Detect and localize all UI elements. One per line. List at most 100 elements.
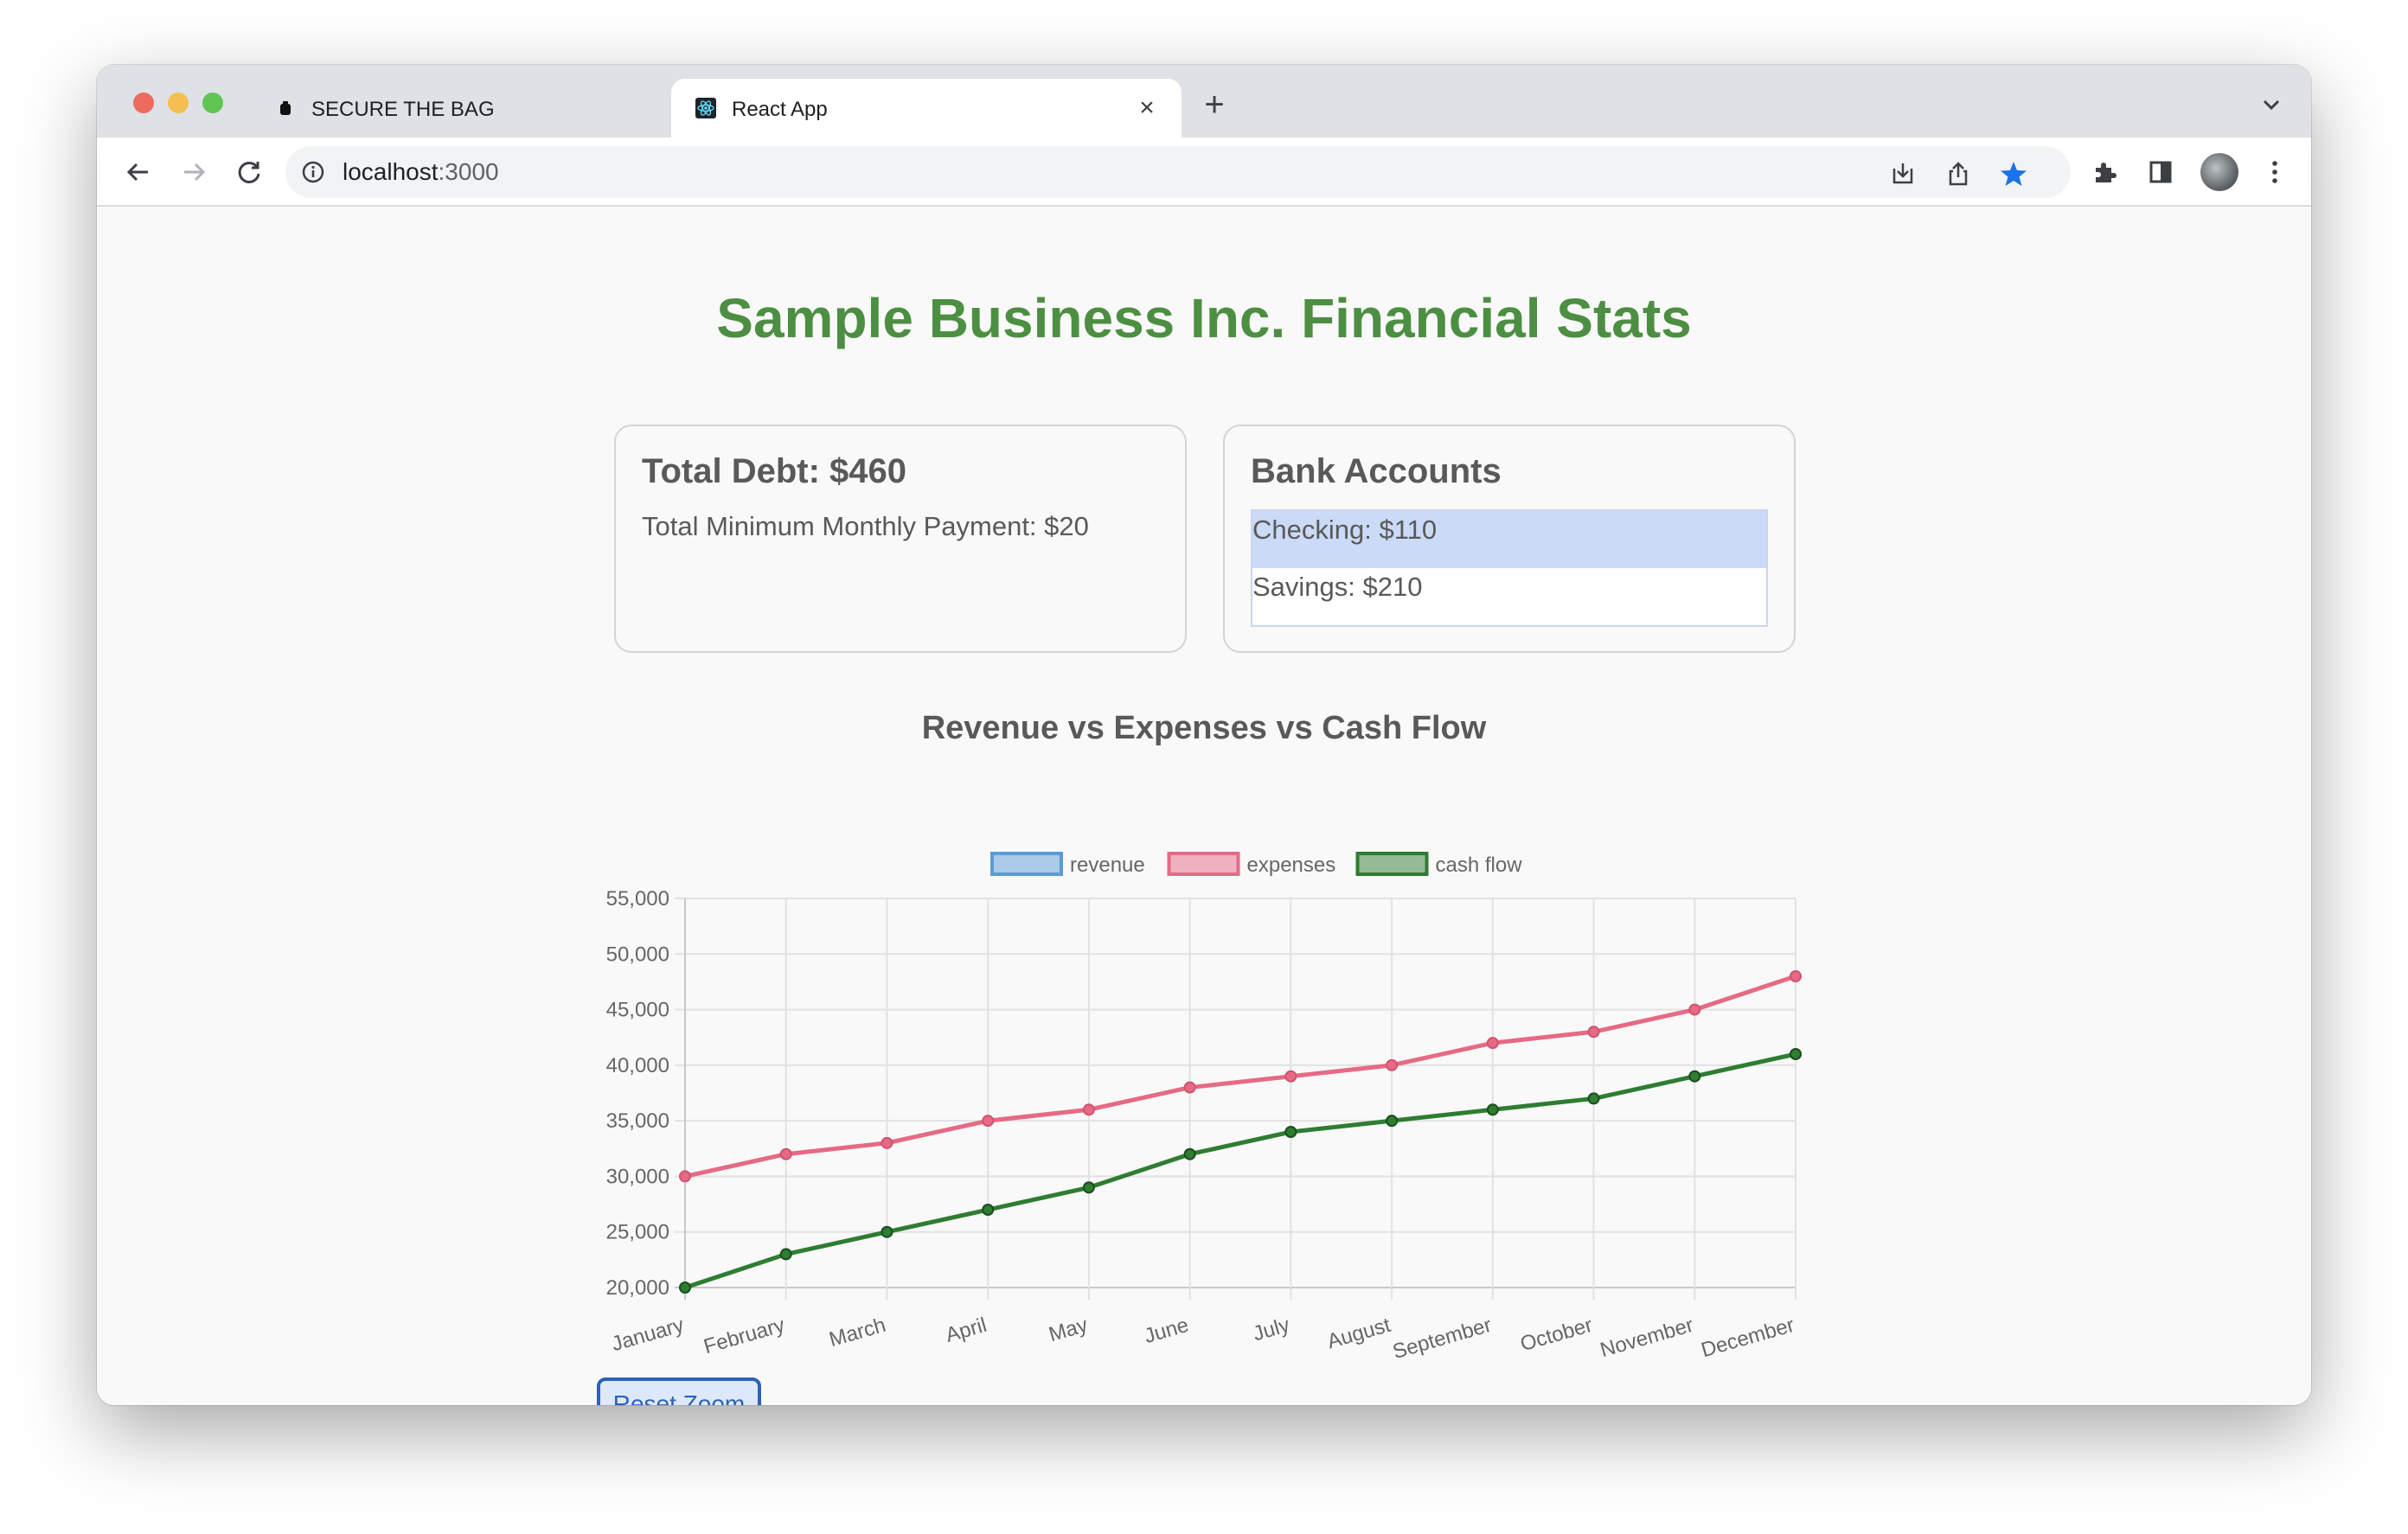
share-icon (1949, 162, 1968, 186)
close-window-button[interactable] (133, 93, 154, 113)
data-point (881, 1136, 893, 1149)
series-line (684, 1051, 1796, 1290)
share-button[interactable] (1943, 158, 1974, 189)
bank-accounts-card: Bank Accounts Checking: $110 Savings: $2… (1223, 425, 1796, 653)
x-tick-label: April (943, 1313, 989, 1347)
reset-zoom-button[interactable]: Reset Zoom (597, 1377, 761, 1405)
reload-button[interactable] (230, 153, 268, 191)
y-tick-label: 50,000 (606, 943, 669, 966)
x-tick-label: June (1142, 1313, 1191, 1348)
data-point (1486, 1037, 1499, 1050)
y-tick-label: 55,000 (606, 887, 669, 911)
series-line (684, 974, 1796, 1179)
legend-swatch (1355, 852, 1429, 876)
bank-accounts-heading: Bank Accounts (1251, 452, 1502, 490)
account-list: Checking: $110 Savings: $210 (1251, 509, 1768, 627)
y-tick-label: 45,000 (606, 999, 669, 1022)
toolbar: localhost:3000 (97, 137, 2311, 207)
x-tick-label: November (1598, 1313, 1696, 1362)
account-label: Checking: $110 (1252, 515, 1438, 545)
browser-menu-button[interactable] (2256, 153, 2294, 191)
data-point (1386, 1115, 1399, 1128)
x-tick-label: October (1518, 1313, 1596, 1356)
data-point (982, 1115, 995, 1128)
account-item-savings[interactable]: Savings: $210 (1252, 572, 1766, 629)
side-panel-icon (2149, 161, 2172, 183)
x-tick-label: January (609, 1313, 687, 1356)
url-text: localhost:3000 (343, 158, 499, 186)
arrow-left-icon (126, 163, 148, 182)
profile-avatar[interactable] (2200, 153, 2238, 191)
legend-label: cash flow (1436, 853, 1523, 877)
legend-label: expenses (1247, 853, 1336, 877)
star-icon (2001, 162, 2027, 186)
back-button[interactable] (119, 153, 157, 191)
chevron-down-icon[interactable] (2258, 91, 2285, 118)
legend-swatch (990, 852, 1063, 876)
data-point (1688, 1070, 1701, 1083)
zoom-window-button[interactable] (202, 93, 223, 113)
info-icon[interactable] (301, 160, 325, 184)
data-point (881, 1225, 893, 1238)
reset-zoom-label: Reset Zoom (613, 1390, 746, 1405)
account-label: Savings: $210 (1252, 572, 1423, 602)
x-tick-label: March (827, 1313, 889, 1352)
reload-icon (238, 161, 260, 183)
data-point (1790, 1048, 1802, 1060)
y-tick-label: 25,000 (606, 1221, 669, 1244)
bag-icon (280, 101, 291, 115)
bookmark-button[interactable] (1998, 158, 2029, 189)
debt-card: Total Debt: $460 Total Minimum Monthly P… (614, 425, 1187, 653)
x-tick-label: December (1699, 1313, 1797, 1362)
react-logo-icon (695, 98, 716, 118)
page-title: Sample Business Inc. Financial Stats (716, 287, 1692, 349)
data-point (779, 1248, 792, 1261)
x-tick-label: February (701, 1313, 788, 1358)
tab-title: React App (732, 98, 828, 121)
side-panel-button[interactable] (2142, 153, 2180, 191)
tab-react-app[interactable]: React App × (671, 79, 1182, 137)
data-point (1284, 1070, 1297, 1083)
y-tick-label: 20,000 (606, 1276, 669, 1300)
x-tick-label: July (1251, 1313, 1292, 1346)
y-tick-label: 40,000 (606, 1054, 669, 1077)
download-icon (1892, 163, 1913, 184)
x-tick-label: August (1324, 1313, 1393, 1354)
tab-title: SECURE THE BAG (311, 98, 495, 121)
data-point (1587, 1092, 1600, 1105)
data-point (679, 1170, 691, 1183)
data-point (1486, 1103, 1499, 1116)
tab-bar: SECURE THE BAG × React App × + (97, 65, 2311, 137)
total-debt-heading: Total Debt: $460 (642, 452, 906, 490)
min-payment-text: Total Minimum Monthly Payment: $20 (642, 511, 1089, 541)
y-tick-label: 35,000 (606, 1109, 669, 1133)
data-point (1183, 1081, 1196, 1094)
close-tab-icon[interactable]: × (1130, 91, 1164, 125)
data-point (1082, 1103, 1095, 1116)
data-point (1386, 1058, 1399, 1071)
kebab-menu-icon (2272, 161, 2277, 183)
forward-button[interactable] (175, 153, 213, 191)
data-point (1688, 1003, 1701, 1016)
x-tick-label: September (1390, 1313, 1494, 1364)
data-point (679, 1282, 691, 1294)
new-tab-button[interactable]: + (1195, 86, 1233, 124)
legend-swatch (1167, 852, 1240, 876)
chart-title: Revenue vs Expenses vs Cash Flow (921, 710, 1487, 746)
data-point (1183, 1147, 1196, 1160)
extensions-button[interactable] (2086, 153, 2124, 191)
minimize-window-button[interactable] (168, 93, 189, 113)
data-point (1284, 1126, 1297, 1138)
url-host: localhost (343, 158, 439, 185)
address-bar[interactable]: localhost:3000 (285, 146, 2071, 198)
puzzle-icon (2096, 163, 2117, 182)
data-point (779, 1147, 792, 1160)
line-chart[interactable]: 20,000 25,000 30,000 35,000 40,000 45,000 50,0… (97, 762, 2311, 1364)
account-item-checking[interactable]: Checking: $110 (1252, 511, 1766, 568)
browser-window: SECURE THE BAG × React App × + (97, 65, 2311, 1405)
page-content: Sample Business Inc. Financial Stats Tot… (97, 208, 2311, 1405)
data-point (1082, 1181, 1095, 1194)
data-point (1790, 970, 1802, 982)
install-app-button[interactable] (1887, 158, 1918, 189)
arrow-right-icon (184, 163, 206, 182)
